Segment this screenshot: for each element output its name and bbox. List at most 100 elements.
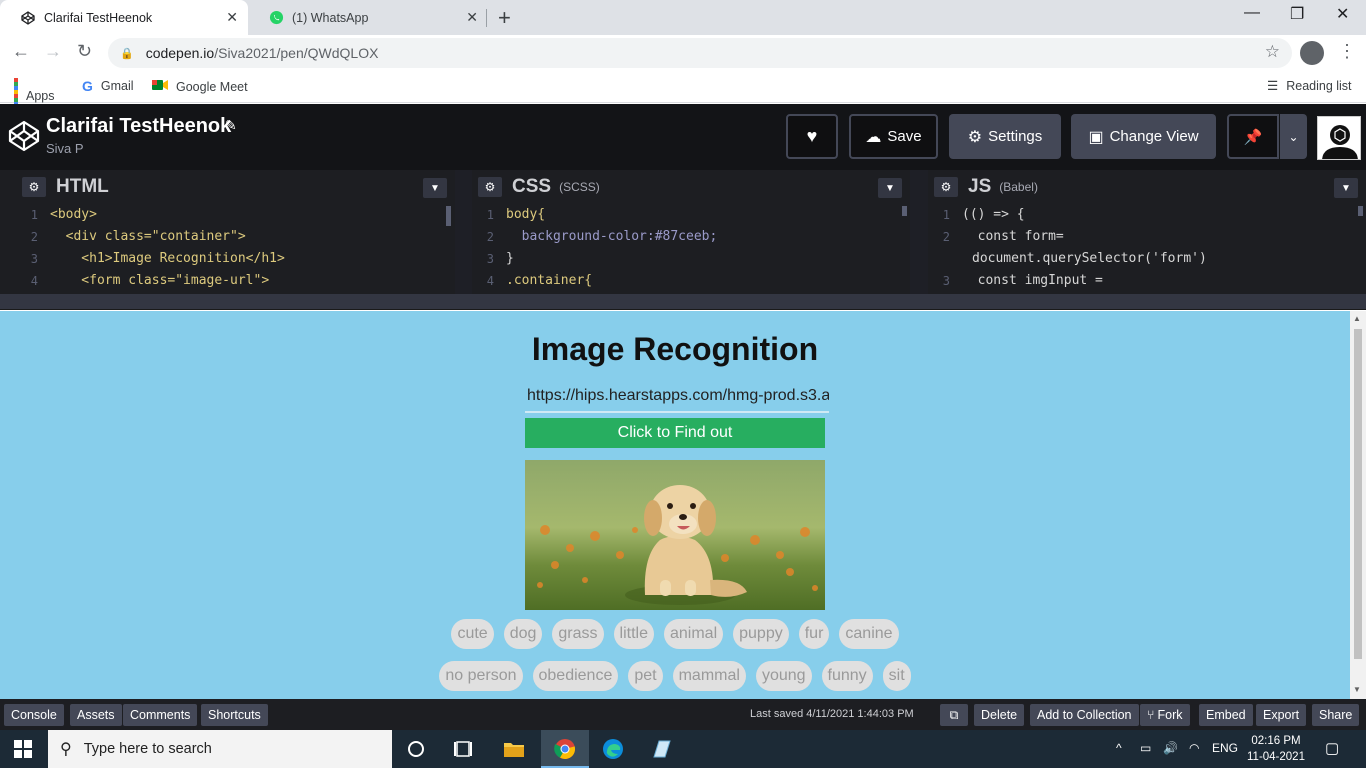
- bookmarks-bar: Apps G Gmail Google Meet ☰ Reading list: [0, 71, 1366, 114]
- delete-button[interactable]: Delete: [974, 704, 1025, 726]
- love-button[interactable]: ♥: [786, 114, 838, 159]
- reload-icon[interactable]: ↻: [77, 41, 92, 62]
- task-view-icon[interactable]: [453, 738, 475, 760]
- battery-icon[interactable]: ▭: [1140, 741, 1151, 755]
- pin-dropdown-button[interactable]: ⌄: [1280, 114, 1307, 159]
- volume-icon[interactable]: 🔊: [1163, 741, 1178, 755]
- bookmark-star-icon[interactable]: ☆: [1265, 42, 1280, 62]
- editor-resize-handle[interactable]: [0, 294, 1366, 310]
- address-bar[interactable]: 🔒 codepen.io/Siva2021/pen/QWdQLOX ☆: [108, 38, 1292, 68]
- css-code[interactable]: 1 body{ 2 background-color:#87ceeb; 3} 4.…: [474, 204, 902, 294]
- html-pane-title: HTML: [56, 176, 109, 197]
- html-pane-dropdown-chevron-icon[interactable]: ▼: [423, 178, 447, 198]
- restore-icon[interactable]: ❐: [1290, 4, 1304, 24]
- scroll-down-icon[interactable]: ▼: [1353, 685, 1361, 694]
- js-settings-gear-icon[interactable]: ⚙: [934, 177, 958, 197]
- notification-center-icon[interactable]: ▢: [1325, 739, 1339, 757]
- js-pane-header: ⚙ JS (Babel) ▼: [928, 170, 1366, 204]
- html-scrollbar[interactable]: [446, 206, 451, 226]
- console-button[interactable]: Console: [4, 704, 64, 726]
- tab-whatsapp[interactable]: (1) WhatsApp ✕: [248, 0, 488, 35]
- search-placeholder: Type here to search: [83, 741, 212, 757]
- windows-taskbar: ⚲ Type here to search ^ ▭ 🔊 ◠ ENG 02:16 …: [0, 730, 1366, 768]
- close-tab-icon[interactable]: ✕: [226, 9, 238, 26]
- language-indicator[interactable]: ENG: [1212, 741, 1238, 755]
- css-pane-dropdown-chevron-icon[interactable]: ▼: [878, 178, 902, 198]
- forward-icon[interactable]: →: [44, 41, 62, 62]
- windows-start-icon[interactable]: [14, 740, 32, 758]
- taskbar-clock[interactable]: 02:16 PM 11-04-2021: [1246, 733, 1306, 765]
- bookmark-label: Apps: [26, 89, 55, 103]
- html-settings-gear-icon[interactable]: ⚙: [22, 177, 46, 197]
- chrome-taskbar-button[interactable]: [541, 730, 589, 768]
- open-external-button[interactable]: ⧉: [940, 704, 968, 726]
- tag-chip: obedience: [532, 661, 619, 691]
- code-line: 2 const form=: [942, 229, 1064, 244]
- save-button[interactable]: ☁ Save: [849, 114, 938, 159]
- edit-pencil-icon[interactable]: ✎: [225, 117, 237, 134]
- lock-icon[interactable]: 🔒: [120, 47, 134, 60]
- js-code[interactable]: 1(() => { 2 const form= document.querySe…: [930, 204, 1358, 294]
- scroll-thumb[interactable]: [1354, 329, 1362, 659]
- tag-chip: dog: [503, 619, 543, 649]
- cortana-icon[interactable]: [405, 738, 427, 760]
- edge-icon[interactable]: [602, 738, 624, 760]
- css-scrollbar[interactable]: [902, 206, 907, 216]
- add-to-collection-button[interactable]: Add to Collection: [1030, 704, 1139, 726]
- google-g-icon: G: [82, 78, 93, 94]
- file-explorer-icon[interactable]: [503, 738, 525, 760]
- change-view-button[interactable]: ▣ Change View: [1071, 114, 1216, 159]
- css-pane-title: CSS: [512, 176, 552, 197]
- minimize-icon[interactable]: —: [1244, 4, 1260, 22]
- fork-button[interactable]: ⑂ Fork: [1140, 704, 1190, 726]
- tag-chip: mammal: [672, 661, 746, 691]
- shortcuts-button[interactable]: Shortcuts: [201, 704, 268, 726]
- back-icon[interactable]: ←: [12, 41, 30, 62]
- embed-button[interactable]: Embed: [1199, 704, 1253, 726]
- find-out-button[interactable]: Click to Find out: [525, 418, 825, 448]
- close-tab-icon[interactable]: ✕: [466, 9, 478, 26]
- assets-button[interactable]: Assets: [70, 704, 122, 726]
- html-pane-header: ⚙ HTML ▼: [0, 170, 455, 204]
- profile-avatar-icon[interactable]: [1300, 41, 1324, 65]
- fork-icon: ⑂: [1147, 708, 1155, 722]
- taskbar-search-box[interactable]: ⚲ Type here to search: [48, 730, 392, 768]
- new-tab-icon[interactable]: +: [498, 5, 511, 31]
- preview-frame: Image Recognition https://hips.hearstapp…: [0, 311, 1350, 699]
- chrome-icon: [554, 739, 576, 760]
- css-settings-gear-icon[interactable]: ⚙: [478, 177, 502, 197]
- show-hidden-icons-icon[interactable]: ^: [1116, 741, 1122, 755]
- bookmark-google-meet[interactable]: Google Meet: [152, 78, 248, 95]
- image-url-input[interactable]: https://hips.hearstapps.com/hmg-prod.s3.…: [525, 387, 829, 413]
- url-path: /Siva2021/pen/QWdQLOX: [214, 45, 379, 61]
- scroll-up-icon[interactable]: ▲: [1353, 314, 1361, 323]
- preview-scrollbar[interactable]: ▲ ▼: [1350, 311, 1366, 699]
- tag-chip: funny: [821, 661, 873, 691]
- comments-button[interactable]: Comments: [123, 704, 198, 726]
- html-code[interactable]: 1 <body> 2 <div class="container"> 3 <h1>…: [18, 204, 447, 294]
- notepad-icon[interactable]: [650, 738, 672, 760]
- pin-button[interactable]: 📌: [1227, 114, 1279, 159]
- last-saved-text: Last saved 4/11/2021 1:44:03 PM: [750, 708, 914, 720]
- reading-list-label: Reading list: [1286, 78, 1352, 93]
- share-button[interactable]: Share: [1312, 704, 1360, 726]
- window-close-icon[interactable]: ✕: [1336, 4, 1349, 24]
- js-editor-pane: ⚙ JS (Babel) ▼ 1(() => { 2 const form= d…: [928, 170, 1366, 294]
- pen-author[interactable]: Siva P: [46, 141, 84, 156]
- chrome-menu-icon[interactable]: ⋮: [1338, 41, 1356, 62]
- wifi-icon[interactable]: ◠: [1189, 741, 1199, 755]
- js-pane-dropdown-chevron-icon[interactable]: ▼: [1334, 178, 1358, 198]
- bookmark-gmail[interactable]: G Gmail: [82, 78, 134, 94]
- reading-list[interactable]: ☰ Reading list: [1267, 78, 1352, 94]
- export-button[interactable]: Export: [1256, 704, 1307, 726]
- tab-clarifai[interactable]: Clarifai TestHeenok ✕: [0, 0, 248, 35]
- clock-date: 11-04-2021: [1247, 751, 1305, 763]
- settings-button[interactable]: ⚙ Settings: [949, 114, 1061, 159]
- js-scrollbar[interactable]: [1358, 206, 1363, 216]
- tag-chip: canine: [839, 619, 899, 649]
- css-editor-pane: ⚙ CSS (SCSS) ▼ 1 body{ 2 background-color…: [472, 170, 910, 294]
- pen-title[interactable]: Clarifai TestHeenok: [46, 115, 231, 138]
- codepen-logo-icon[interactable]: [8, 120, 40, 152]
- user-avatar[interactable]: [1317, 116, 1361, 160]
- js-pane-title: JS: [968, 176, 992, 197]
